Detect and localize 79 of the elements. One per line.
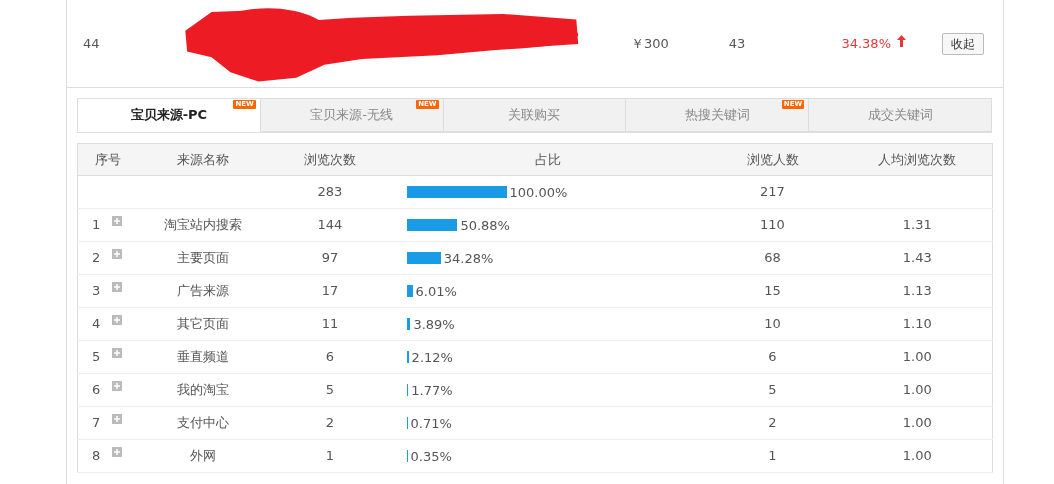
share-bar	[406, 219, 458, 232]
column-header: 序号	[77, 143, 138, 176]
column-header: 来源名称	[137, 143, 268, 176]
rate-text: 34.38%	[840, 34, 892, 53]
visitor-count: 68	[764, 250, 781, 266]
collapse-button[interactable]: 收起	[942, 32, 984, 55]
source-name: 主要页面	[176, 250, 229, 266]
source-name: 其它页面	[176, 316, 229, 332]
count-text: 43	[727, 34, 747, 53]
view-count: 144	[317, 217, 343, 233]
row-number: 2	[92, 250, 101, 266]
average-views: 1.10	[902, 316, 932, 332]
visitor-count: 1	[768, 448, 777, 464]
column-header: 占比	[392, 143, 703, 176]
row-number: 5	[92, 349, 101, 365]
source-name: 支付中心	[176, 415, 229, 431]
share-percent: 1.77%	[411, 382, 453, 398]
row-number: 4	[92, 316, 101, 332]
view-count: 6	[325, 349, 335, 365]
view-count: 2	[325, 415, 335, 431]
row-number: 6	[92, 382, 101, 398]
visitor-count: 10	[764, 316, 781, 332]
expand-icon[interactable]	[112, 315, 123, 326]
tab[interactable]: 成交关键词	[809, 98, 992, 132]
view-count: 11	[321, 316, 339, 332]
average-views: 1.00	[902, 448, 932, 464]
column-header: 浏览次数	[267, 143, 393, 176]
average-views: 1.00	[902, 415, 932, 431]
share-percent: 50.88%	[460, 217, 510, 233]
row-number: 8	[92, 448, 101, 464]
share-bar	[406, 285, 413, 298]
visitor-count: 217	[760, 184, 785, 200]
view-count: 283	[317, 184, 343, 200]
visitor-count: 15	[764, 283, 781, 299]
tab[interactable]: 关联购买	[443, 98, 627, 132]
average-views: 1.43	[902, 250, 932, 266]
share-bar	[406, 252, 441, 265]
expand-icon[interactable]	[112, 414, 123, 425]
share-bar	[406, 351, 409, 364]
share-percent: 3.89%	[413, 316, 455, 332]
average-views: 1.13	[902, 283, 932, 299]
column-header: 人均浏览次数	[842, 143, 993, 176]
average-views: 1.00	[902, 382, 932, 398]
average-views: 1.00	[902, 349, 932, 365]
expand-icon[interactable]	[112, 447, 123, 458]
share-percent: 6.01%	[415, 283, 457, 299]
view-count: 97	[321, 250, 339, 266]
share-bar	[406, 318, 411, 331]
row-number: 44	[82, 34, 101, 53]
price-text: ￥300	[630, 34, 670, 53]
source-name: 淘宝站内搜索	[163, 217, 242, 233]
expand-icon[interactable]	[112, 282, 123, 293]
visitor-count: 110	[760, 217, 785, 233]
source-name: 我的淘宝	[176, 382, 229, 398]
view-count: 17	[321, 283, 339, 299]
source-name: 垂直频道	[176, 349, 229, 365]
share-bar	[406, 384, 409, 397]
source-name: 外网	[189, 448, 216, 464]
view-count: 5	[325, 382, 335, 398]
column-header: 浏览人数	[702, 143, 843, 176]
expand-icon[interactable]	[112, 348, 123, 359]
row-number: 1	[92, 217, 101, 233]
expand-icon[interactable]	[112, 249, 123, 260]
visitor-count: 6	[768, 349, 777, 365]
share-percent: 2.12%	[411, 349, 453, 365]
view-count: 1	[325, 448, 335, 464]
expand-icon[interactable]	[112, 216, 123, 227]
share-percent: 34.28%	[443, 250, 494, 266]
average-views: 1.31	[902, 217, 932, 233]
row-number: 3	[92, 283, 101, 299]
expand-icon[interactable]	[112, 381, 123, 392]
up-arrow-icon	[897, 34, 906, 47]
share-percent: 0.35%	[410, 448, 452, 464]
share-percent: 100.00%	[509, 184, 568, 200]
visitor-count: 2	[768, 415, 777, 431]
visitor-count: 5	[768, 382, 777, 398]
source-name: 广告来源	[176, 283, 229, 299]
share-percent: 0.71%	[410, 415, 452, 431]
row-number: 7	[92, 415, 101, 431]
